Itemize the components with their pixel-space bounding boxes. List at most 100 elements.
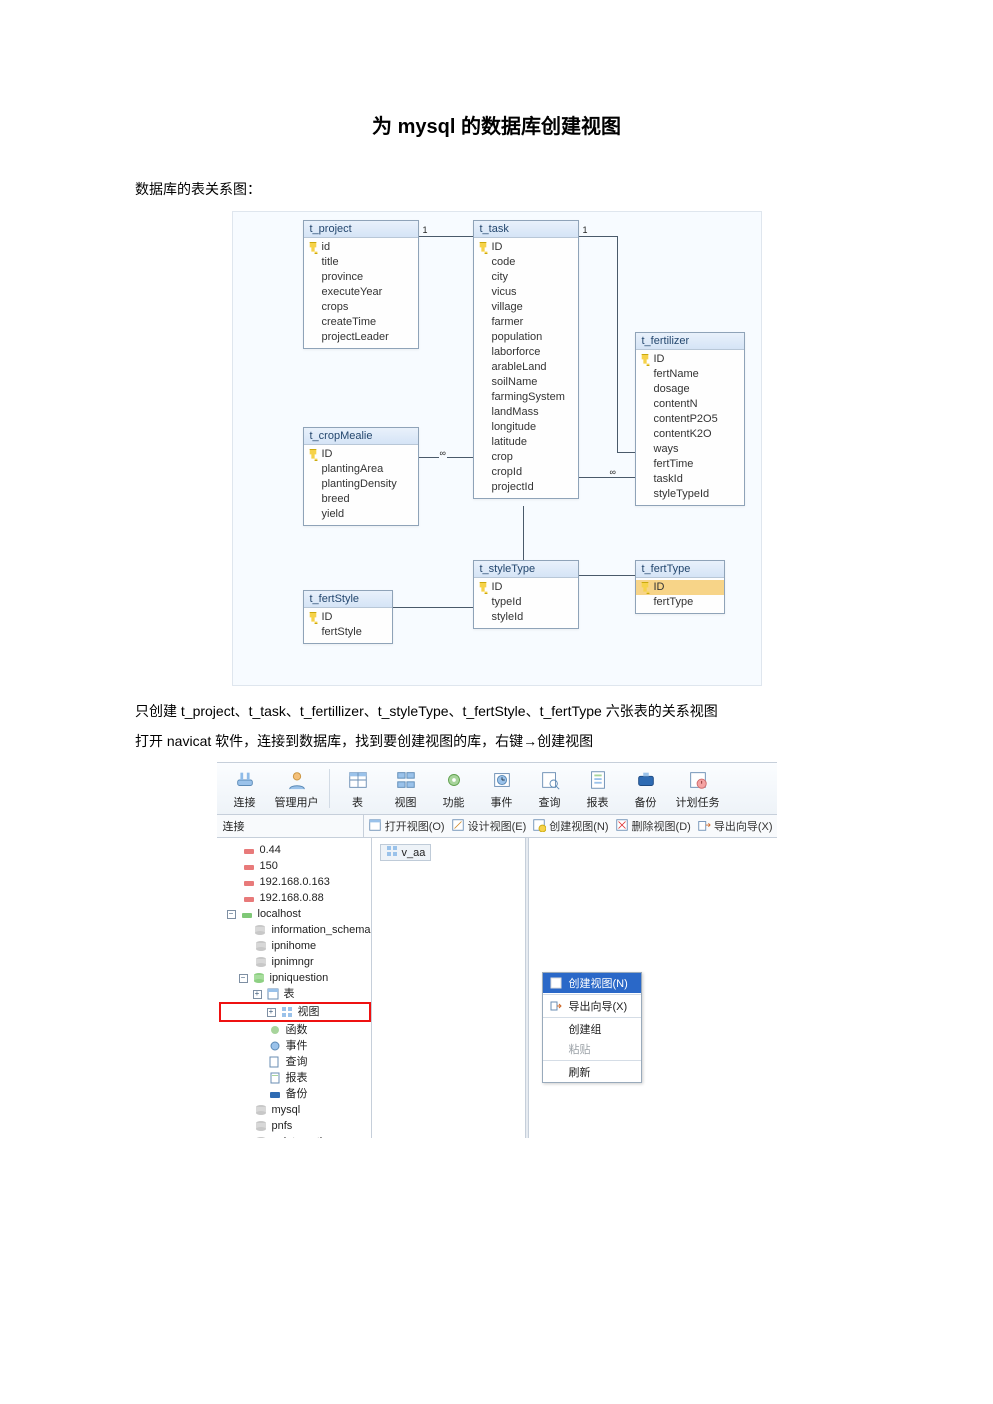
tree-node-func[interactable]: 函数 (219, 1022, 371, 1038)
toolbar-label: 管理用户 (275, 794, 319, 810)
tree-node-event[interactable]: 事件 (219, 1038, 371, 1054)
tree-conn[interactable]: 192.168.0.88 (219, 890, 371, 906)
tree-node-tables[interactable]: +表 (219, 986, 371, 1002)
entity-t-fertstyle: t_fertStyle ID fertStyle (303, 590, 393, 644)
toolbar-query-button[interactable]: 查询 (526, 765, 574, 812)
tree-db[interactable]: information_schema (219, 922, 371, 938)
action-create-view[interactable]: 创建视图(N) (532, 818, 608, 835)
entity-col: projectLeader (304, 330, 418, 345)
tree-db[interactable]: ipnihome (219, 938, 371, 954)
schedule-icon (685, 767, 711, 793)
entity-col: arableLand (474, 360, 578, 375)
func-icon (268, 1024, 282, 1036)
expand-icon[interactable]: + (253, 990, 262, 999)
entity-col: fertName (636, 367, 744, 382)
collapse-icon[interactable]: − (227, 910, 236, 919)
tree-node-views-selected[interactable]: +视图 (219, 1002, 371, 1022)
action-design-view[interactable]: 设计视图(E) (451, 818, 527, 835)
tree-db[interactable]: ipnimngr (219, 954, 371, 970)
entity-col: title (304, 255, 418, 270)
toolbar-label: 报表 (587, 794, 609, 810)
view-icon (280, 1006, 294, 1018)
entity-col: fertType (636, 595, 724, 610)
database-icon (254, 1104, 268, 1116)
entity-title: t_fertType (636, 561, 724, 578)
cardinality-inf: ∞ (439, 449, 447, 458)
entity-title: t_styleType (474, 561, 578, 578)
context-menu[interactable]: 创建视图(N) 导出向导(X) 创建组 (542, 972, 642, 1083)
entity-col: createTime (304, 315, 418, 330)
entity-col: dosage (636, 382, 744, 397)
ctx-label: 创建视图(N) (569, 975, 628, 991)
toolbar-user-button[interactable]: 管理用户 (269, 765, 325, 812)
toolbar-conn-button[interactable]: 连接 (221, 765, 269, 812)
tree-node-backup[interactable]: 备份 (219, 1086, 371, 1102)
nav-tree[interactable]: 0.44 150 192.168.0.163 192.168.0.88 −loc… (217, 838, 372, 1138)
plug-red-icon (242, 892, 256, 904)
entity-col: fertStyle (304, 625, 392, 640)
action-label: 导出向导(X) (714, 818, 773, 834)
clock-icon (489, 767, 515, 793)
entity-col: farmer (474, 315, 578, 330)
entity-col: soilName (474, 375, 578, 390)
design-icon (451, 818, 465, 835)
ctx-label: 刷新 (569, 1064, 591, 1080)
tree-db[interactable]: pointmeeting (219, 1134, 371, 1138)
entity-col: id (304, 240, 418, 255)
tree-conn[interactable]: 0.44 (219, 842, 371, 858)
toolbar-backup-button[interactable]: 备份 (622, 765, 670, 812)
entity-col: ID (474, 580, 578, 595)
tree-db[interactable]: pnfs (219, 1118, 371, 1134)
entity-col: ID (304, 447, 418, 462)
action-open-view[interactable]: 打开视图(O) (368, 818, 445, 835)
view-icon (386, 845, 398, 860)
tree-conn-open[interactable]: −localhost (219, 906, 371, 922)
query-icon (268, 1056, 282, 1068)
entity-col: city (474, 270, 578, 285)
toolbar-sched-button[interactable]: 计划任务 (670, 765, 726, 812)
toolbar-label: 计划任务 (676, 794, 720, 810)
collapse-icon[interactable]: − (239, 974, 248, 983)
toolbar-event-button[interactable]: 事件 (478, 765, 526, 812)
ctx-paste: 粘贴 (543, 1039, 641, 1059)
report-icon (585, 767, 611, 793)
toolbar-label: 备份 (635, 794, 657, 810)
action-export[interactable]: 导出向导(X) (697, 818, 773, 835)
ctx-create-view[interactable]: 创建视图(N) (543, 973, 641, 993)
entity-col: executeYear (304, 285, 418, 300)
view-item[interactable]: v_aa (380, 844, 432, 861)
database-icon (253, 924, 267, 936)
entity-col: latitude (474, 435, 578, 450)
toolbar-report-button[interactable]: 报表 (574, 765, 622, 812)
splitter-handle[interactable] (525, 838, 529, 1138)
erd-diagram: 1 1 ∞ ∞ t_project id title province exec… (232, 211, 762, 686)
tree-node-report[interactable]: 报表 (219, 1070, 371, 1086)
action-label: 打开视图(O) (385, 818, 445, 834)
toolbar-table-button[interactable]: 表 (334, 765, 382, 812)
toolbar-func-button[interactable]: 功能 (430, 765, 478, 812)
tree-db[interactable]: mysql (219, 1102, 371, 1118)
tree-node-query[interactable]: 查询 (219, 1054, 371, 1070)
database-icon (254, 1120, 268, 1132)
entity-col: population (474, 330, 578, 345)
entity-t-task: t_task ID code city vicus village farmer… (473, 220, 579, 499)
entity-col: breed (304, 492, 418, 507)
action-delete-view[interactable]: 删除视图(D) (615, 818, 691, 835)
plug-red-icon (242, 844, 256, 856)
tree-db-open[interactable]: −ipniquestion (219, 970, 371, 986)
view-name: v_aa (402, 847, 426, 859)
ctx-refresh[interactable]: 刷新 (543, 1062, 641, 1082)
tree-conn[interactable]: 150 (219, 858, 371, 874)
plug-green-icon (240, 908, 254, 920)
tree-conn[interactable]: 192.168.0.163 (219, 874, 371, 890)
entity-t-fertilizer: t_fertilizer ID fertName dosage contentN… (635, 332, 745, 506)
ctx-export[interactable]: 导出向导(X) (543, 996, 641, 1016)
expand-icon[interactable]: + (267, 1008, 276, 1017)
entity-col: plantingArea (304, 462, 418, 477)
action-label: 删除视图(D) (632, 818, 691, 834)
entity-col: fertTime (636, 457, 744, 472)
doc-subtitle: 数据库的表关系图： (135, 179, 858, 199)
ctx-newgroup[interactable]: 创建组 (543, 1019, 641, 1039)
toolbar-view-button[interactable]: 视图 (382, 765, 430, 812)
entity-title: t_fertilizer (636, 333, 744, 350)
